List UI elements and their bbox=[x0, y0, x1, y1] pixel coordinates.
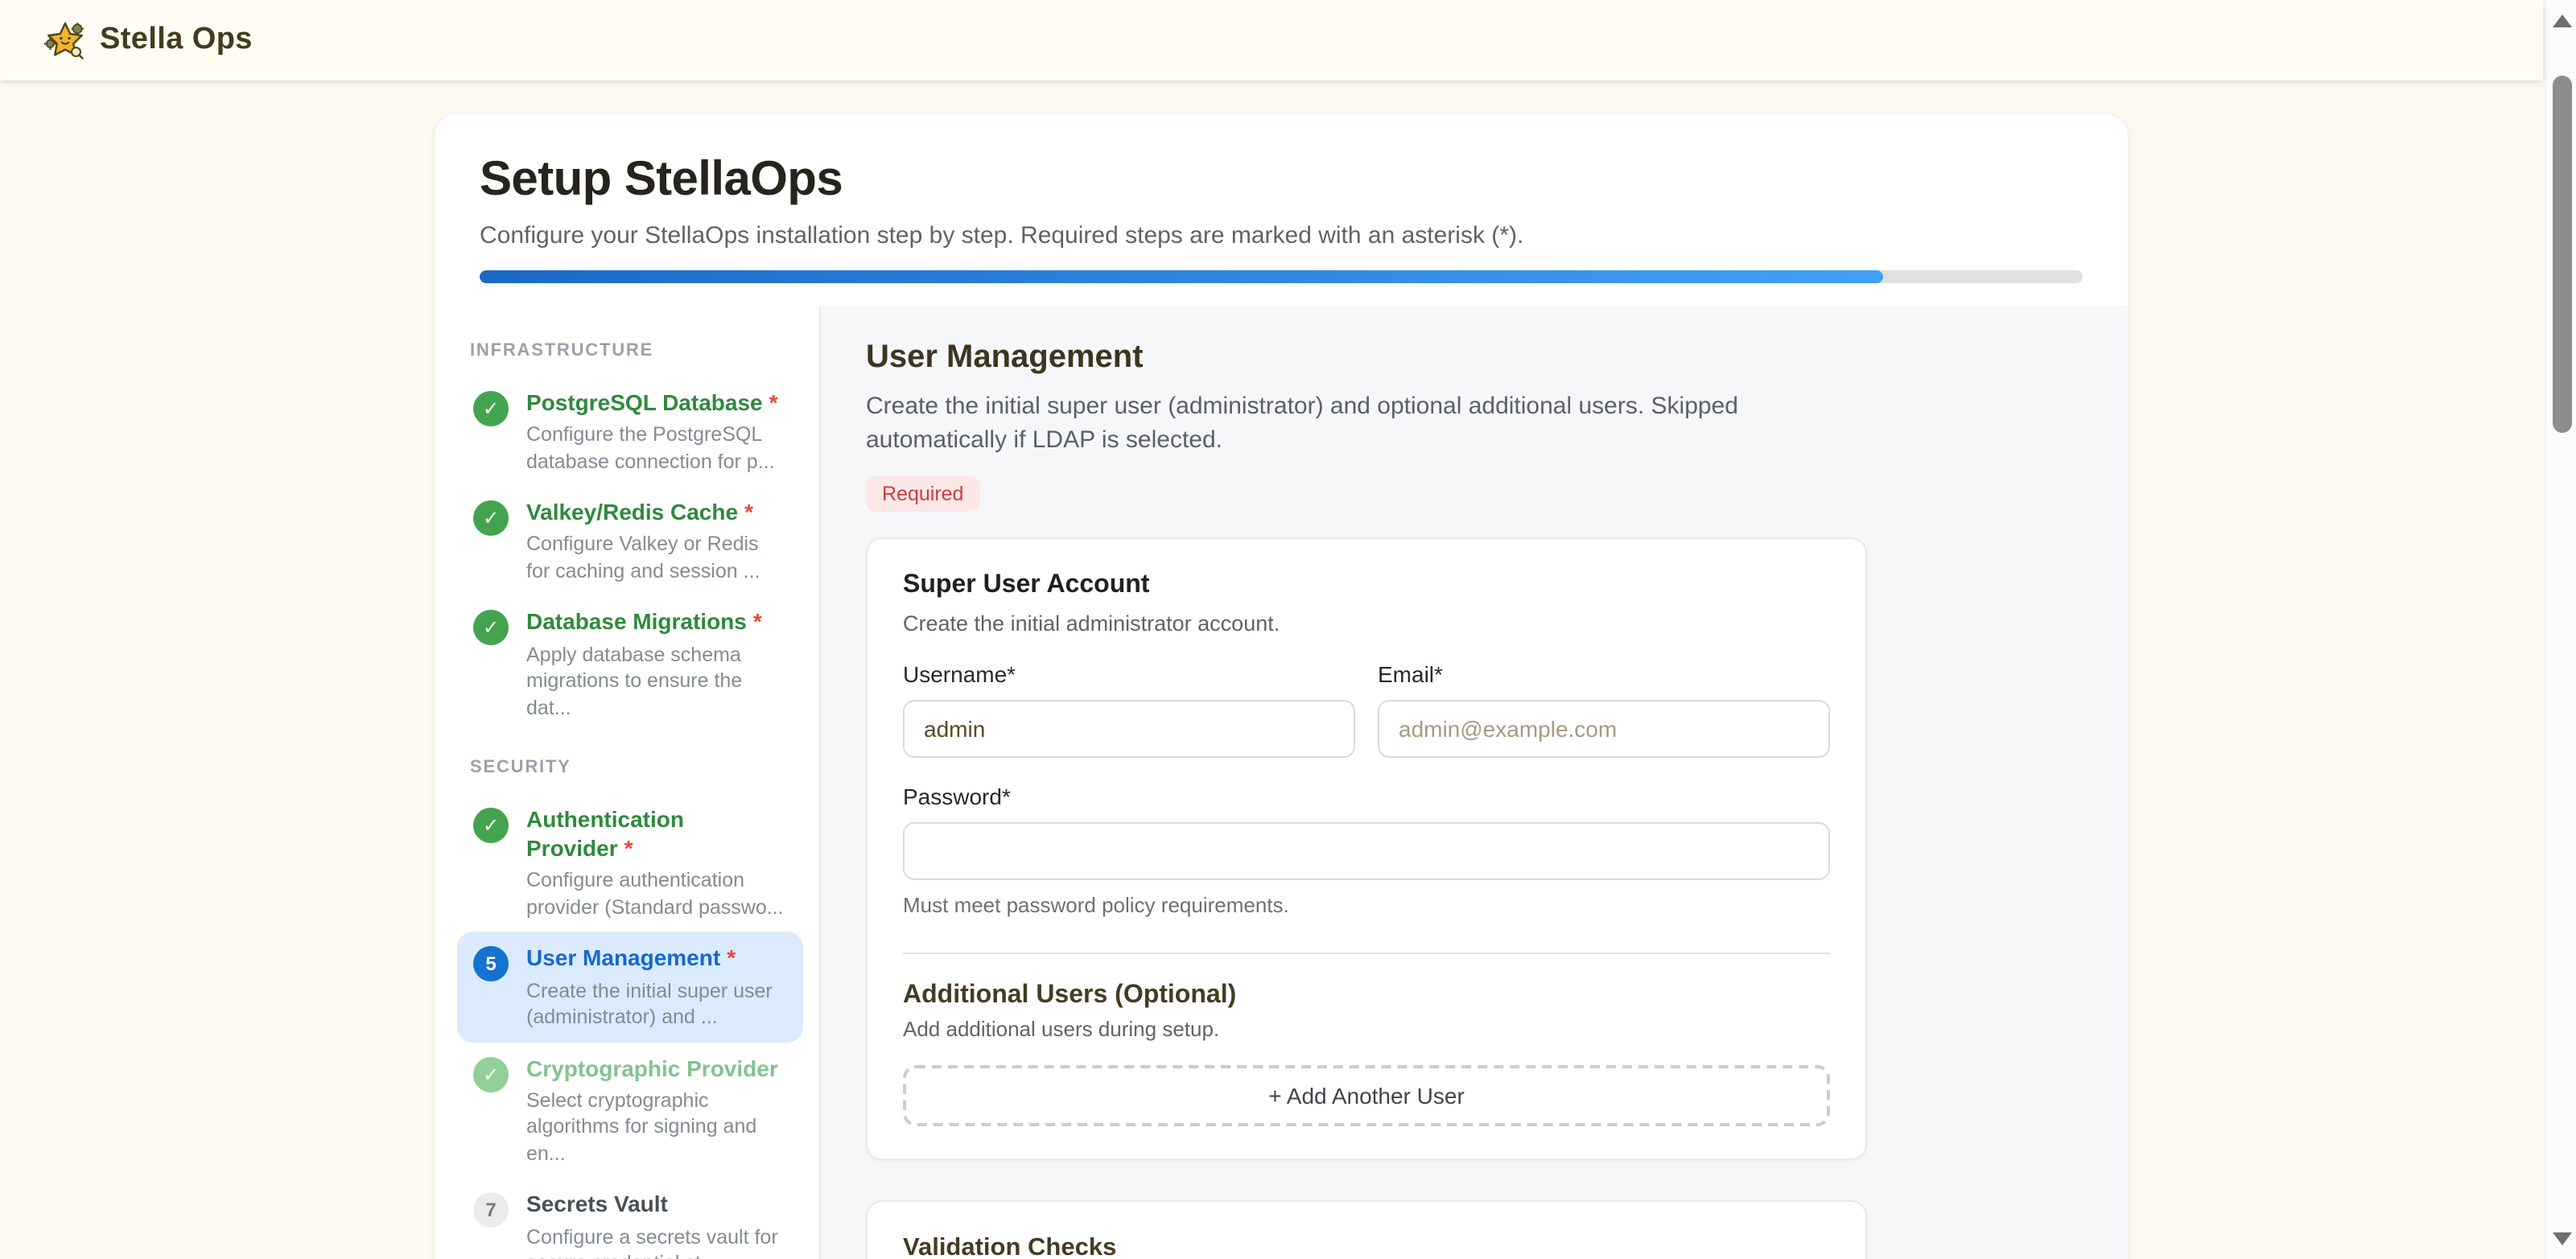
required-badge: Required bbox=[866, 477, 979, 512]
password-hint: Must meet password policy requirements. bbox=[903, 894, 1830, 918]
super-user-account-card: Super User Account Create the initial ad… bbox=[866, 538, 1867, 1161]
browser-scrollbar[interactable] bbox=[2544, 0, 2576, 1259]
super-user-subheading: Create the initial administrator account… bbox=[903, 612, 1830, 636]
check-icon: ✓ bbox=[473, 1056, 509, 1092]
sidebar-item-user-management[interactable]: 5 User Management* Create the initial su… bbox=[457, 932, 803, 1042]
app-title: Stella Ops bbox=[100, 23, 253, 58]
step-text: Authentication Provider* Configure authe… bbox=[526, 804, 787, 921]
additional-users-heading: Additional Users (Optional) bbox=[903, 982, 1830, 1011]
step-text: Cryptographic Provider Select cryptograp… bbox=[526, 1053, 787, 1166]
required-asterisk: * bbox=[624, 836, 633, 862]
check-icon: ✓ bbox=[473, 808, 509, 843]
sidebar-item-secrets-vault[interactable]: 7 Secrets Vault Configure a secrets vaul… bbox=[457, 1179, 803, 1259]
page-background: Setup StellaOps Configure your StellaOps… bbox=[0, 80, 2543, 1259]
username-field-group: Username* bbox=[903, 662, 1355, 759]
stella-star-icon bbox=[43, 19, 87, 62]
step-heading: User Management bbox=[866, 339, 1867, 376]
password-label: Password* bbox=[903, 784, 1830, 810]
step-description: Configure a secrets vault for secure cre… bbox=[526, 1224, 787, 1259]
sidebar-item-postgresql-database[interactable]: ✓ PostgreSQL Database* Configure the Pos… bbox=[457, 376, 803, 486]
step-title: Cryptographic Provider bbox=[526, 1053, 787, 1082]
password-field-group: Password* Must meet password policy requ… bbox=[903, 784, 1830, 918]
check-icon: ✓ bbox=[473, 500, 509, 536]
page-subtitle: Configure your StellaOps installation st… bbox=[480, 222, 2083, 249]
username-email-row: Username* Email* bbox=[903, 662, 1830, 759]
steps-sidebar: INFRASTRUCTURE ✓ PostgreSQL Database* Co… bbox=[435, 306, 821, 1259]
step-description-text: Create the initial super user (administr… bbox=[866, 391, 1754, 458]
step-title: Valkey/Redis Cache* bbox=[526, 497, 787, 526]
additional-users-subheading: Add additional users during setup. bbox=[903, 1018, 1830, 1042]
wizard-body: INFRASTRUCTURE ✓ PostgreSQL Database* Co… bbox=[435, 306, 2128, 1259]
setup-progress-bar bbox=[480, 270, 2083, 283]
step-title: User Management* bbox=[526, 944, 787, 973]
username-input[interactable] bbox=[903, 701, 1355, 759]
required-asterisk: * bbox=[753, 609, 762, 635]
step-description: Configure the PostgreSQL database connec… bbox=[526, 422, 787, 475]
step-content-pane: User Management Create the initial super… bbox=[821, 306, 2128, 1259]
check-icon: ✓ bbox=[473, 611, 509, 646]
scrollbar-down-arrow-icon[interactable] bbox=[2552, 1232, 2571, 1245]
step-text: Database Migrations* Apply database sche… bbox=[526, 607, 787, 721]
step-text: Secrets Vault Configure a secrets vault … bbox=[526, 1190, 787, 1259]
section-infrastructure: INFRASTRUCTURE bbox=[470, 341, 803, 360]
add-another-user-button[interactable]: + Add Another User bbox=[903, 1066, 1830, 1127]
app-logo: Stella Ops bbox=[43, 19, 253, 62]
email-label: Email* bbox=[1378, 662, 1830, 688]
step-number-badge: 7 bbox=[473, 1193, 509, 1228]
setup-wizard-card: Setup StellaOps Configure your StellaOps… bbox=[435, 114, 2128, 1259]
step-title: PostgreSQL Database* bbox=[526, 388, 787, 417]
email-field-group: Email* bbox=[1378, 662, 1830, 759]
section-security: SECURITY bbox=[470, 758, 803, 777]
email-input[interactable] bbox=[1378, 701, 1830, 759]
required-asterisk: * bbox=[769, 389, 778, 415]
validation-checks-heading: Validation Checks bbox=[903, 1235, 1830, 1259]
step-title: Database Migrations* bbox=[526, 607, 787, 636]
step-description: Create the initial super user (administr… bbox=[526, 977, 787, 1031]
step-description: Select cryptographic algorithms for sign… bbox=[526, 1088, 787, 1167]
step-description: Configure authentication provider (Stand… bbox=[526, 868, 787, 921]
required-asterisk: * bbox=[744, 499, 753, 525]
scrollbar-up-arrow-icon[interactable] bbox=[2552, 14, 2571, 27]
page-title: Setup StellaOps bbox=[480, 153, 2083, 208]
setup-progress-fill bbox=[480, 270, 1882, 283]
step-title: Authentication Provider* bbox=[526, 804, 787, 863]
sidebar-item-valkey-redis-cache[interactable]: ✓ Valkey/Redis Cache* Configure Valkey o… bbox=[457, 486, 803, 595]
step-text: PostgreSQL Database* Configure the Postg… bbox=[526, 388, 787, 475]
step-title: Secrets Vault bbox=[526, 1190, 787, 1219]
step-text: User Management* Create the initial supe… bbox=[526, 944, 787, 1031]
step-number-badge: 5 bbox=[473, 947, 509, 982]
step-text: Valkey/Redis Cache* Configure Valkey or … bbox=[526, 497, 787, 584]
step-description: Apply database schema migrations to ensu… bbox=[526, 641, 787, 721]
super-user-heading: Super User Account bbox=[903, 572, 1830, 601]
wizard-header: Setup StellaOps Configure your StellaOps… bbox=[435, 114, 2128, 306]
sidebar-item-database-migrations[interactable]: ✓ Database Migrations* Apply database sc… bbox=[457, 596, 803, 732]
validation-checks-card: Validation Checks - connectivity Check p… bbox=[866, 1201, 1867, 1259]
app-header: Stella Ops bbox=[0, 0, 2543, 80]
scrollbar-thumb[interactable] bbox=[2552, 76, 2571, 433]
required-asterisk: * bbox=[727, 945, 736, 971]
sidebar-item-authentication-provider[interactable]: ✓ Authentication Provider* Configure aut… bbox=[457, 793, 803, 932]
app-viewport: Stella Ops Setup StellaOps Configure you… bbox=[0, 0, 2576, 1259]
sidebar-item-cryptographic-provider[interactable]: ✓ Cryptographic Provider Select cryptogr… bbox=[457, 1042, 803, 1178]
step-description: Configure Valkey or Redis for caching an… bbox=[526, 532, 787, 585]
password-input[interactable] bbox=[903, 823, 1830, 881]
username-label: Username* bbox=[903, 662, 1355, 688]
section-divider bbox=[903, 953, 1830, 955]
check-icon: ✓ bbox=[473, 391, 509, 426]
